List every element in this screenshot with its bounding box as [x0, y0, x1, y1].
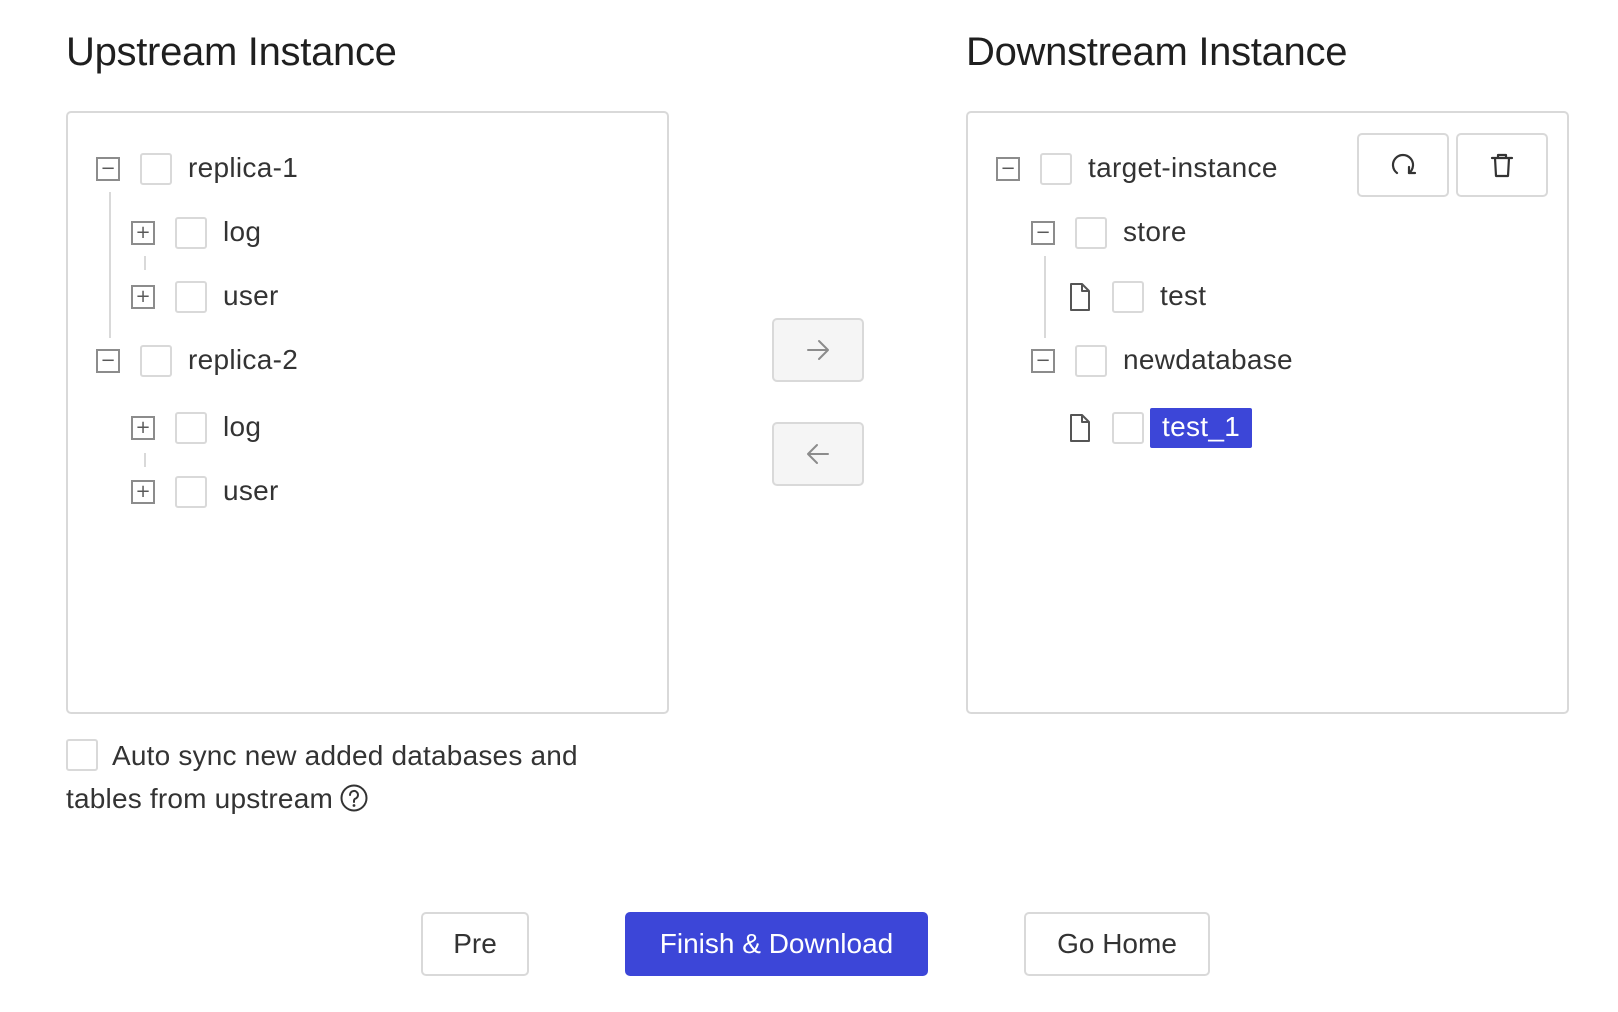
node-label[interactable]: target-instance [1088, 149, 1290, 190]
node-label[interactable]: test [1160, 277, 1218, 318]
tree-line [1044, 256, 1046, 338]
node-label[interactable]: log [223, 213, 273, 254]
move-left-button[interactable] [772, 422, 864, 486]
node-checkbox[interactable] [175, 281, 207, 313]
node-label[interactable]: user [223, 472, 291, 513]
tree-node-replica-2[interactable]: − replica-2 [96, 341, 310, 381]
file-icon [1068, 413, 1092, 443]
node-checkbox[interactable] [175, 217, 207, 249]
delete-button[interactable] [1456, 133, 1548, 197]
go-home-button[interactable]: Go Home [1024, 912, 1210, 976]
upstream-title: Upstream Instance [66, 30, 397, 74]
expand-icon[interactable]: + [131, 480, 155, 504]
tree-node-test[interactable]: test [1068, 277, 1218, 317]
node-label[interactable]: user [223, 277, 291, 318]
trash-icon [1490, 153, 1514, 178]
pre-button[interactable]: Pre [421, 912, 529, 976]
collapse-icon[interactable]: − [996, 157, 1020, 181]
collapse-icon[interactable]: − [96, 157, 120, 181]
downstream-tree-panel[interactable]: − target-instance − store test − newdata… [966, 111, 1569, 714]
auto-sync-option[interactable]: Auto sync new added databases and tables… [66, 734, 626, 825]
node-label-selected[interactable]: test_1 [1150, 407, 1253, 449]
arrow-left-icon [807, 444, 829, 464]
collapse-icon[interactable]: − [1031, 221, 1055, 245]
collapse-icon[interactable]: − [1031, 349, 1055, 373]
node-checkbox[interactable] [1075, 345, 1107, 377]
node-checkbox[interactable] [1112, 281, 1144, 313]
node-checkbox[interactable] [1112, 412, 1144, 444]
help-icon[interactable] [339, 782, 369, 825]
tree-node-log[interactable]: + log [131, 213, 273, 253]
node-label[interactable]: store [1123, 213, 1199, 254]
node-checkbox[interactable] [140, 345, 172, 377]
node-checkbox[interactable] [175, 412, 207, 444]
refresh-icon [1391, 153, 1417, 175]
auto-sync-label[interactable]: Auto sync new added databases and tables… [66, 740, 578, 814]
finish-download-button[interactable]: Finish & Download [625, 912, 928, 976]
expand-icon[interactable]: + [131, 221, 155, 245]
node-checkbox[interactable] [175, 476, 207, 508]
refresh-button[interactable] [1357, 133, 1449, 197]
node-label[interactable]: newdatabase [1123, 341, 1305, 382]
upstream-tree-panel[interactable]: − replica-1 + log + user − replica-2 + l… [66, 111, 669, 714]
arrow-right-icon [807, 340, 829, 360]
node-label[interactable]: replica-1 [188, 149, 310, 190]
expand-icon[interactable]: + [131, 285, 155, 309]
tree-node-user[interactable]: + user [131, 472, 291, 512]
collapse-icon[interactable]: − [96, 349, 120, 373]
tree-node-target-instance[interactable]: − target-instance [996, 149, 1290, 189]
node-checkbox[interactable] [140, 153, 172, 185]
node-label[interactable]: log [223, 408, 273, 449]
node-label[interactable]: replica-2 [188, 341, 310, 382]
tree-node-log[interactable]: + log [131, 408, 273, 448]
tree-node-user[interactable]: + user [131, 277, 291, 317]
tree-node-replica-1[interactable]: − replica-1 [96, 149, 310, 189]
downstream-title: Downstream Instance [966, 30, 1348, 74]
node-checkbox[interactable] [1075, 217, 1107, 249]
tree-line [144, 256, 146, 270]
node-checkbox[interactable] [1040, 153, 1072, 185]
move-right-button[interactable] [772, 318, 864, 382]
tree-node-newdatabase[interactable]: − newdatabase [1031, 341, 1305, 381]
expand-icon[interactable]: + [131, 416, 155, 440]
tree-line [109, 192, 111, 338]
tree-line [144, 453, 146, 467]
tree-node-test-1[interactable]: test_1 [1068, 407, 1253, 449]
file-icon [1068, 282, 1092, 312]
tree-node-store[interactable]: − store [1031, 213, 1199, 253]
auto-sync-checkbox[interactable] [66, 739, 98, 771]
